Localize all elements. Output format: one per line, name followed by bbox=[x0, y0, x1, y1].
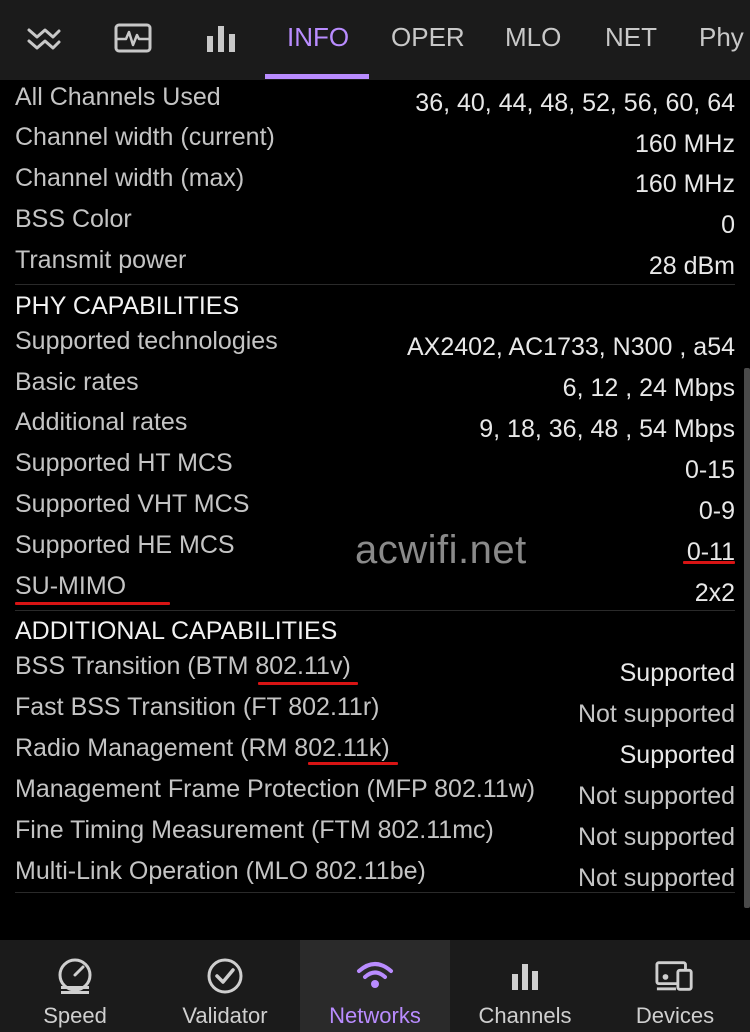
tab-mlo[interactable]: MLO bbox=[505, 20, 561, 54]
channel-width-current-label: Channel width (current) bbox=[15, 123, 275, 151]
channel-width-max-label: Channel width (max) bbox=[15, 164, 245, 192]
additional-rates-value: 9, 18, 36, 48 , 54 Mbps bbox=[479, 415, 735, 443]
info-content: All Channels Used 36, 40, 44, 48, 52, 56… bbox=[0, 0, 750, 1032]
bss-transition-label: BSS Transition (BTM 802.11v) bbox=[15, 652, 351, 680]
nav-devices-label: Devices bbox=[635, 1003, 715, 1028]
channel-width-current-value: 160 MHz bbox=[634, 130, 735, 158]
divider bbox=[15, 284, 735, 285]
radio-management-value: Supported bbox=[619, 741, 735, 769]
signal-wave-icon[interactable] bbox=[24, 20, 64, 56]
bottom-navigation: Speed Validator Networks Channels Device… bbox=[0, 940, 750, 1032]
supported-vht-mcs-label: Supported VHT MCS bbox=[15, 490, 250, 518]
bss-transition-value: Supported bbox=[619, 659, 735, 687]
annotation-underline bbox=[683, 561, 735, 564]
nav-validator-label: Validator bbox=[182, 1003, 268, 1028]
all-channels-label: All Channels Used bbox=[15, 83, 221, 111]
basic-rates-value: 6, 12 , 24 Mbps bbox=[562, 374, 735, 402]
supported-technologies-value: AX2402, AC1733, N300 , a54 bbox=[406, 333, 735, 361]
bss-color-value: 0 bbox=[721, 211, 735, 239]
nav-networks[interactable]: Networks bbox=[300, 940, 450, 1032]
tab-net[interactable]: NET bbox=[605, 20, 657, 54]
supported-he-mcs-label: Supported HE MCS bbox=[15, 531, 235, 559]
active-tab-indicator bbox=[265, 74, 369, 79]
tab-phy[interactable]: Phy bbox=[699, 20, 744, 54]
speedometer-icon bbox=[55, 956, 95, 996]
nav-networks-label: Networks bbox=[329, 1003, 421, 1028]
fast-bss-transition-label: Fast BSS Transition (FT 802.11r) bbox=[15, 693, 380, 721]
ftm-value: Not supported bbox=[577, 823, 735, 851]
nav-speed-label: Speed bbox=[43, 1003, 107, 1028]
all-channels-value: 36, 40, 44, 48, 52, 56, 60, 64 bbox=[415, 89, 735, 117]
mfp-value: Not supported bbox=[577, 782, 735, 810]
wifi-icon bbox=[355, 956, 395, 996]
divider bbox=[15, 892, 735, 893]
radio-management-label: Radio Management (RM 802.11k) bbox=[15, 734, 390, 762]
supported-ht-mcs-value: 0-15 bbox=[684, 456, 735, 484]
annotation-underline bbox=[308, 762, 398, 765]
nav-devices[interactable]: Devices bbox=[600, 940, 750, 1032]
mfp-label: Management Frame Protection (MFP 802.11w… bbox=[15, 775, 536, 803]
supported-ht-mcs-label: Supported HT MCS bbox=[15, 449, 233, 477]
divider bbox=[15, 610, 735, 611]
bss-color-label: BSS Color bbox=[15, 205, 132, 233]
devices-icon bbox=[655, 956, 695, 996]
supported-technologies-label: Supported technologies bbox=[15, 327, 278, 355]
annotation-underline bbox=[15, 602, 170, 605]
fast-bss-transition-value: Not supported bbox=[577, 700, 735, 728]
basic-rates-label: Basic rates bbox=[15, 368, 139, 396]
check-circle-icon bbox=[205, 956, 245, 996]
nav-speed[interactable]: Speed bbox=[0, 940, 150, 1032]
mlo-value: Not supported bbox=[577, 864, 735, 892]
top-tab-bar: INFO OPER MLO NET Phy bbox=[0, 0, 750, 80]
tab-info[interactable]: INFO bbox=[287, 20, 349, 54]
nav-channels[interactable]: Channels bbox=[450, 940, 600, 1032]
su-mimo-value: 2x2 bbox=[694, 579, 735, 607]
ftm-label: Fine Timing Measurement (FTM 802.11mc) bbox=[15, 816, 494, 844]
additional-capabilities-header: ADDITIONAL CAPABILITIES bbox=[15, 617, 338, 645]
channel-width-max-value: 160 MHz bbox=[634, 170, 735, 198]
transmit-power-value: 28 dBm bbox=[648, 252, 735, 280]
scrollbar[interactable] bbox=[744, 368, 750, 908]
pulse-monitor-icon[interactable] bbox=[113, 20, 153, 56]
supported-vht-mcs-value: 0-9 bbox=[698, 497, 735, 525]
additional-rates-label: Additional rates bbox=[15, 408, 188, 436]
su-mimo-label: SU-MIMO bbox=[15, 572, 127, 600]
watermark: acwifi.net bbox=[355, 528, 527, 572]
mlo-label: Multi-Link Operation (MLO 802.11be) bbox=[15, 857, 426, 885]
bar-chart-icon bbox=[505, 956, 545, 996]
bar-chart-icon[interactable] bbox=[201, 20, 241, 56]
nav-validator[interactable]: Validator bbox=[150, 940, 300, 1032]
transmit-power-label: Transmit power bbox=[15, 246, 187, 274]
nav-channels-label: Channels bbox=[478, 1003, 572, 1028]
phy-capabilities-header: PHY CAPABILITIES bbox=[15, 292, 240, 320]
tab-oper[interactable]: OPER bbox=[391, 20, 465, 54]
annotation-underline bbox=[258, 682, 358, 685]
